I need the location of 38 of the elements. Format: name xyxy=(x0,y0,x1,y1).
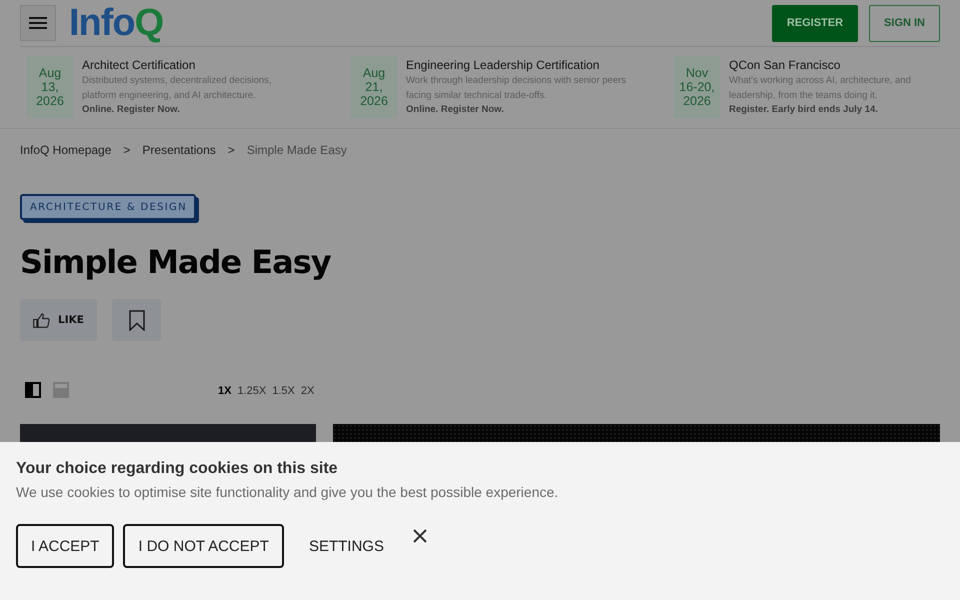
playback-speed-option[interactable]: 1X xyxy=(218,384,232,396)
breadcrumb-separator: > xyxy=(228,142,235,158)
cookie-banner-title: Your choice regarding cookies on this site xyxy=(16,459,339,479)
playback-speed-option[interactable]: 2X xyxy=(300,384,314,396)
thumbs-up-icon xyxy=(33,312,50,328)
decline-button[interactable]: I DO NOT ACCEPT xyxy=(123,524,284,568)
breadcrumb-link[interactable]: Presentations xyxy=(142,142,216,158)
event-call-to-action[interactable]: Online. Register Now. xyxy=(406,103,628,117)
like-button[interactable]: LIKE xyxy=(20,299,97,341)
event-title[interactable]: Architect Certification xyxy=(82,58,304,72)
breadcrumb-link[interactable]: InfoQ Homepage xyxy=(20,142,112,158)
cookie-banner-text: We use cookies to optimise site functionality and give you the best possible experience. xyxy=(16,483,560,502)
event-title[interactable]: Engineering Leadership Certification xyxy=(406,58,628,72)
topic-tag[interactable]: ARCHITECTURE & DESIGN xyxy=(20,194,196,220)
event-date: Nov 16-20, 2026 xyxy=(674,56,720,118)
register-button[interactable]: REGISTER xyxy=(772,4,858,42)
menu-button[interactable] xyxy=(20,5,56,41)
event-description: Distributed systems, decentralized decisions, platform engineering, and AI architecture. xyxy=(82,74,273,103)
playback-speed-option[interactable]: 1.25X xyxy=(237,384,266,396)
event-call-to-action[interactable]: Online. Register Now. xyxy=(82,103,304,117)
page-title: Simple Made Easy xyxy=(20,242,332,283)
event-description: What's working across AI, architecture, and leadership, from the teams doing it. xyxy=(729,74,912,103)
event-description: Work through leadership decisions with senior peers facing similar technical trade-offs. xyxy=(406,74,628,103)
breadcrumb-separator: > xyxy=(123,142,130,158)
bookmark-icon xyxy=(128,310,144,330)
event-date: Aug 21, 2026 xyxy=(351,56,397,118)
playback-speed-option[interactable]: 1.5X xyxy=(272,384,295,396)
close-button[interactable] xyxy=(412,529,427,543)
bookmark-button[interactable] xyxy=(112,299,161,341)
columns-layout-icon[interactable] xyxy=(25,382,41,398)
event-title[interactable]: QCon San Francisco xyxy=(729,58,951,72)
menu-icon xyxy=(29,17,47,29)
accept-button[interactable]: I ACCEPT xyxy=(16,524,114,568)
event-call-to-action[interactable]: Register. Early bird ends July 14. xyxy=(729,103,951,117)
settings-button[interactable]: SETTINGS xyxy=(292,524,400,568)
event-date: Aug 13, 2026 xyxy=(27,56,73,118)
breadcrumb-current: Simple Made Easy xyxy=(246,142,347,158)
close-icon xyxy=(412,529,427,543)
